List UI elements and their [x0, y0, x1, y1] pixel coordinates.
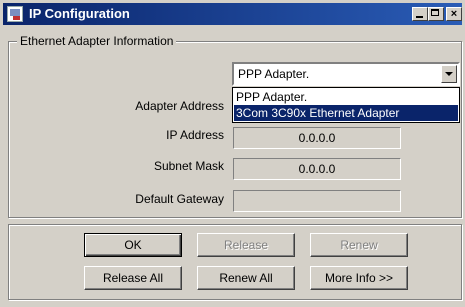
dropdown-option-ppp[interactable]: PPP Adapter.: [234, 89, 458, 105]
close-button[interactable]: ×: [446, 7, 462, 21]
maximize-button[interactable]: [428, 7, 444, 21]
subnet-mask-field: 0.0.0.0: [233, 158, 401, 180]
group-label: Ethernet Adapter Information: [17, 34, 177, 48]
more-info-button[interactable]: More Info >>: [310, 266, 408, 290]
adapter-dropdown[interactable]: PPP Adapter.: [232, 62, 460, 86]
ip-configuration-window: IP Configuration × Ethernet Adapter Info…: [0, 0, 465, 307]
ip-address-field: 0.0.0.0: [233, 127, 401, 149]
adapter-address-label: Adapter Address: [135, 99, 224, 113]
subnet-mask-label: Subnet Mask: [153, 159, 224, 173]
renew-button[interactable]: Renew: [310, 233, 408, 257]
renew-all-button[interactable]: Renew All: [197, 266, 295, 290]
network-app-icon[interactable]: [7, 6, 23, 22]
dropdown-option-3com[interactable]: 3Com 3C90x Ethernet Adapter: [234, 105, 458, 121]
release-button[interactable]: Release: [197, 233, 295, 257]
window-title: IP Configuration: [29, 6, 130, 21]
release-all-button[interactable]: Release All: [84, 266, 182, 290]
adapter-dropdown-value: PPP Adapter.: [238, 67, 310, 81]
chevron-down-icon[interactable]: [441, 65, 457, 83]
ip-address-label: IP Address: [166, 128, 224, 142]
adapter-dropdown-list: PPP Adapter. 3Com 3C90x Ethernet Adapter: [232, 87, 460, 123]
title-bar[interactable]: IP Configuration ×: [3, 3, 462, 25]
ok-button[interactable]: OK: [84, 233, 182, 257]
default-gateway-label: Default Gateway: [135, 192, 224, 206]
minimize-button[interactable]: [412, 7, 428, 21]
default-gateway-field: [233, 190, 401, 212]
